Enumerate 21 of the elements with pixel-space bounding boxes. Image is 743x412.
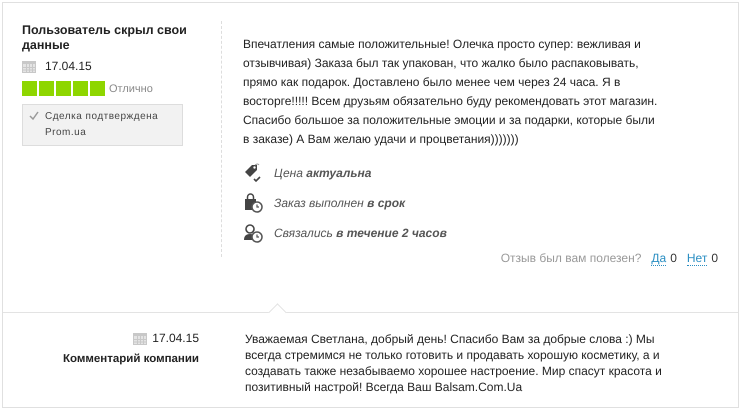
yes-link[interactable]: Да	[651, 251, 666, 266]
helpful-question: Отзыв был вам полезен?	[500, 251, 642, 266]
tag-check-icon	[243, 163, 263, 183]
calendar-icon	[22, 60, 36, 72]
company-comment-label: Комментарий компании	[62, 353, 199, 365]
person-clock-icon	[243, 223, 263, 243]
feature-text: Связались в течение 2 часов	[274, 226, 447, 240]
reply-text: Уважаемая Светлана, добрый день! Спасибо Вам за добрые слова :) Мы всегда стремимся не только готовить и продавать хорошую косметику, а и создавать также незабываемо хорошее настроение. Мир спасут красота и позитивный настрой! Всегда Ваш Balsam.Com.Ua	[245, 331, 663, 395]
feature-text: Заказ выполнен в срок	[274, 196, 406, 210]
rating-label: Отлично	[109, 82, 153, 94]
yes-count: 0	[670, 251, 677, 266]
author-name: Пользователь скрыл свои данные	[22, 23, 188, 53]
calendar-icon	[133, 332, 148, 344]
bag-clock-icon	[243, 193, 263, 213]
review-text: Впечатления самые положительные! Олечка просто супер: вежливая и отзывчивая) Заказа был так упакован, что жалко было распаковывать, прямо как подарок. Доставлено было менее чем через 24 часа. Я в восторге!!!!! Всем друзьям обязательно буду рекомендовать этот магазин. Спасибо большое за положительные эмоции и за подарки, которые были в заказе) А Вам желаю удачи и процветания)))))))	[243, 36, 658, 148]
no-count: 0	[711, 251, 718, 266]
no-link[interactable]: Нет	[686, 251, 708, 266]
verified-text: Сделка подтверждена Prom.ua	[45, 110, 160, 140]
feature-text: Цена актуальна	[274, 166, 372, 180]
reply-date: 17.04.15	[152, 331, 199, 345]
review-date: 17.04.15	[45, 59, 92, 73]
